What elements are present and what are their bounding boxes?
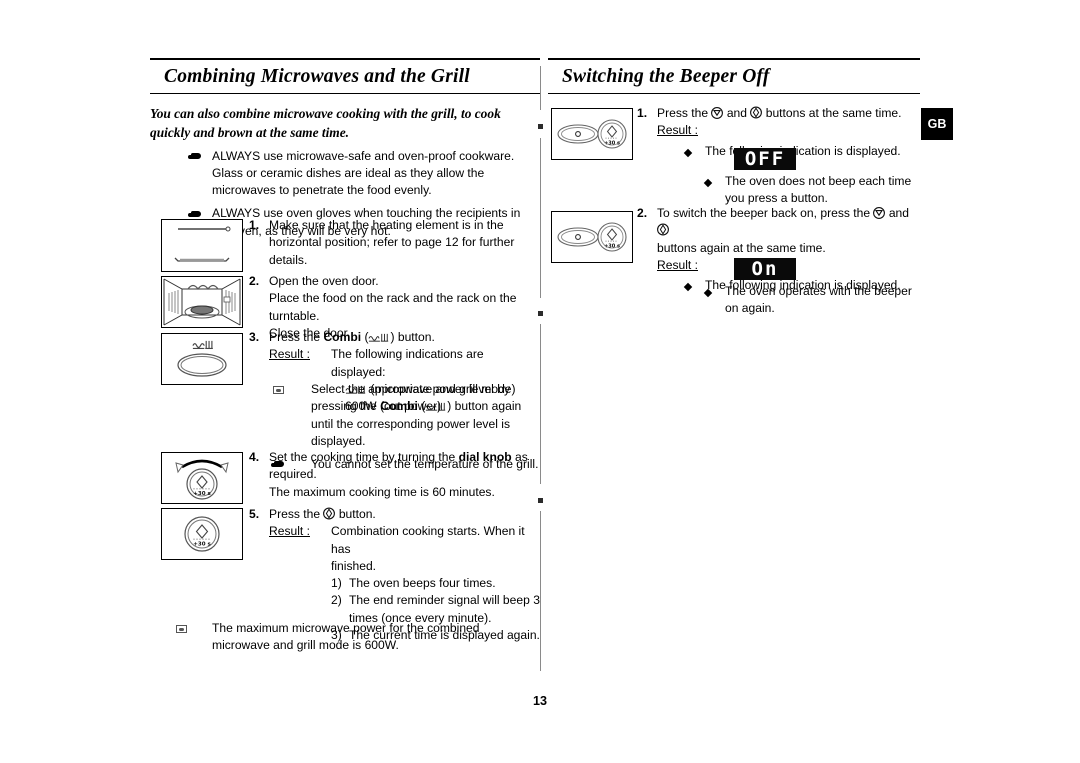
result-bullet: The oven does not beep each time you pre… [703, 173, 920, 208]
text-mid: and [723, 106, 751, 120]
lcd-display-text: On [751, 258, 779, 280]
control-panel-diagram: +30 s [557, 119, 627, 149]
combi-label: Combi [323, 330, 362, 344]
step-number: 1. [249, 218, 260, 232]
text-before: Press the [657, 106, 712, 120]
step-number: 1. [637, 106, 648, 120]
note-square-icon [176, 620, 212, 655]
stop-button-icon [873, 207, 886, 219]
diamond-bullet-icon [683, 277, 705, 294]
result-line-1: Combination cooking starts. When it has [331, 524, 525, 556]
locale-tab-gb: GB [921, 108, 953, 140]
result-line-2: finished. [331, 558, 377, 573]
svg-text:+30 s: +30 s [604, 141, 620, 147]
left-intro-paragraph: You can also combine microwave cooking w… [150, 106, 501, 140]
start-button-icon [657, 223, 669, 236]
step-3-headline: Press the Combi ( ) button. [269, 329, 540, 346]
control-panel-stop-start-illustration: +30 s [551, 108, 633, 160]
sublist-number: 1) [331, 576, 342, 591]
step-4-text-a: Set the cooking time by turning the [269, 450, 459, 464]
sublist-text: The oven beeps four times. [349, 576, 496, 591]
step-2-line-1: Open the oven door. [269, 274, 379, 288]
step-5-headline: Press the button. [269, 506, 540, 523]
step-5-text-after: button. [335, 507, 376, 521]
open-oven-door-illustration [161, 276, 243, 328]
result-label: Result : [657, 257, 698, 272]
combi-button-diagram [177, 340, 227, 377]
step-5-text-before: Press the [269, 507, 324, 521]
beeper-step-1-headline: Press the and buttons at the same time. [657, 105, 920, 122]
diamond-bullet-icon [703, 283, 725, 318]
warning-item: ALWAYS use microwave-safe and oven-proof… [150, 148, 540, 200]
combi-symbol-icon [192, 340, 213, 350]
paren-open: ( [361, 330, 369, 344]
svg-text:+30 s: +30 s [604, 244, 620, 250]
result-bullet-text: The oven does not beep each time you pre… [725, 174, 912, 206]
text-mid: and [885, 206, 910, 220]
heating-element-diagram [174, 226, 231, 262]
control-panel-stop-start-illustration: +30 s [551, 211, 633, 263]
lcd-display-off: OFF [734, 148, 796, 170]
oven-interior-diagram [163, 278, 241, 326]
step-number: 2. [637, 206, 648, 220]
step-4-line-1: Set the cooking time by turning the dial… [269, 449, 540, 484]
combi-symbol-icon [425, 400, 447, 411]
pointing-hand-icon [150, 148, 212, 200]
step-text: To switch the beeper back on, press the … [657, 205, 920, 294]
page-number: 13 [532, 694, 547, 708]
result-bullet-text: The oven operates with the beeper on aga… [725, 284, 912, 316]
step-text: Set the cooking time by turning the dial… [269, 449, 540, 501]
dial-knob-turning-illustration: +30 s [161, 452, 243, 504]
paren-close: ) button. [390, 330, 435, 344]
step-4-line-2: The maximum cooking time is 60 minutes. [269, 484, 495, 499]
beeper-step-2-headline: To switch the beeper back on, press the … [657, 205, 920, 240]
inline-note-text: Select the appropriate power level by pr… [311, 381, 540, 450]
result-label: Result : [657, 123, 698, 138]
beeper-step-2-line-2: buttons again at the same time. [657, 240, 826, 255]
combi-label: Combi [380, 399, 418, 414]
step-2-line-2: Place the food on the rack and the rack … [269, 291, 517, 323]
step-number: 4. [249, 450, 260, 464]
text-before: To switch the beeper back on, press the [657, 206, 874, 220]
paren-open: ( [417, 399, 426, 414]
control-panel-diagram: +30 s [557, 222, 627, 252]
list-item: 1) The oven beeps four times. [331, 575, 540, 592]
inline-note-power-level: Select the appropriate power level by pr… [249, 381, 540, 450]
beeper-step-2: 2. To switch the beeper back on, press t… [637, 205, 920, 294]
lcd-display-text: OFF [744, 148, 786, 170]
start-button-illustration: +30 s [161, 508, 243, 560]
right-section-heading: Switching the Beeper Off [548, 58, 920, 95]
heating-element-horizontal-illustration [161, 219, 243, 272]
power-note: The maximum microwave power for the comb… [176, 620, 540, 655]
stop-button-icon [711, 107, 724, 119]
result-bullet: The oven operates with the beeper on aga… [703, 283, 920, 318]
dial-knob-turning-diagram: +30 s [175, 459, 229, 500]
svg-text:+30 s: +30 s [193, 491, 211, 497]
diamond-bullet-icon [683, 143, 705, 160]
right-column: Switching the Beeper Off [548, 58, 920, 95]
power-note-text: The maximum microwave power for the comb… [212, 621, 480, 653]
dial-knob-label: dial knob [458, 450, 512, 464]
text-after: buttons at the same time. [762, 106, 902, 120]
step-1: 1. Make sure that the heating element is… [249, 217, 540, 269]
note-square-icon [249, 381, 311, 450]
warning-text: ALWAYS use microwave-safe and oven-proof… [212, 148, 515, 198]
center-fold-divider [538, 66, 543, 686]
left-section-heading: Combining Microwaves and the Grill [150, 58, 540, 95]
combi-button-illustration [161, 333, 243, 385]
svg-text:+30 s: +30 s [193, 542, 211, 548]
start-button-diagram: +30 s [184, 516, 220, 552]
left-column: Combining Microwaves and the Grill You c… [150, 58, 540, 240]
start-button-icon [750, 106, 763, 119]
step-text: Make sure that the heating element is in… [269, 218, 515, 267]
combi-symbol-icon [368, 331, 390, 342]
step-4: 4. Set the cooking time by turning the d… [249, 449, 540, 501]
diamond-bullet-icon [703, 173, 725, 208]
manual-page: Combining Microwaves and the Grill You c… [0, 0, 1080, 763]
start-button-icon [323, 507, 336, 520]
lcd-display-on: On [734, 258, 796, 280]
result-line: The following indications are displayed: [331, 347, 484, 379]
step-3-text-before: Press the [269, 330, 324, 344]
